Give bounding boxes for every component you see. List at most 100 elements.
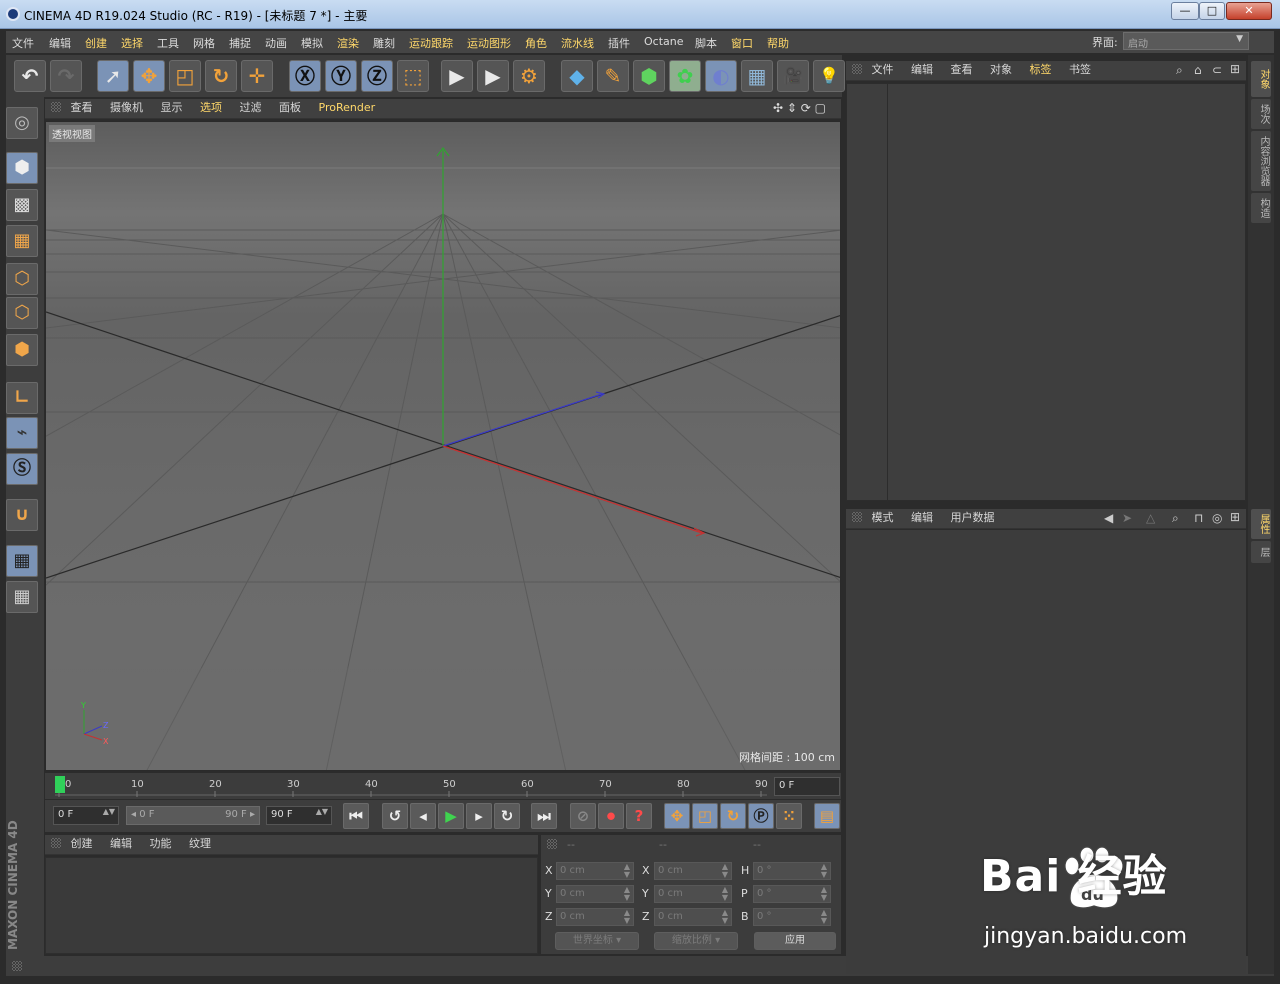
perspective-viewport[interactable]: Y Z X 透视视图 网格间距 : 100 cm <box>45 121 841 771</box>
lock-icon[interactable]: ⊓ <box>1194 511 1203 525</box>
menu-mograph[interactable]: 运动图形 <box>467 35 511 51</box>
menu-create[interactable]: 创建 <box>85 35 107 51</box>
model-mode-button[interactable]: ⬢ <box>6 152 38 184</box>
polygons-mode-button[interactable]: ⬢ <box>6 334 38 366</box>
add-cube-button[interactable]: ◆ <box>561 60 593 92</box>
attribute-manager-area[interactable] <box>846 530 1246 974</box>
menu-select[interactable]: 选择 <box>121 35 143 51</box>
locked-workplane-button[interactable]: ▦ <box>6 581 38 613</box>
menu-mesh[interactable]: 网格 <box>193 35 215 51</box>
go-to-start-button[interactable]: ⏮ <box>343 803 369 829</box>
menu-plugins[interactable]: 插件 <box>608 35 630 51</box>
spinner-icon[interactable]: ▲▼ <box>722 909 728 925</box>
spinner-icon[interactable]: ▲▼ <box>103 807 115 816</box>
timeline-window-button[interactable]: ▤ <box>814 803 840 829</box>
viewport-camera-label[interactable]: 透视视图 <box>49 125 95 142</box>
material-menu-texture[interactable]: 纹理 <box>189 835 211 851</box>
menu-motion-tracking[interactable]: 运动跟踪 <box>409 35 453 51</box>
record-parameter-button[interactable]: Ⓟ <box>748 803 774 829</box>
rotation-b-field[interactable]: 0 ° ▲ ▼ <box>753 908 831 926</box>
spinner-icon[interactable]: ▲▼ <box>316 807 328 816</box>
tab-objects[interactable]: 对象 <box>1251 61 1271 97</box>
menu-help[interactable]: 帮助 <box>767 35 789 51</box>
target-icon[interactable]: ◎ <box>1212 511 1222 525</box>
rotation-h-field[interactable]: 0 ° ▲ ▼ <box>753 862 831 880</box>
rotate-tool[interactable]: ↻ <box>205 60 237 92</box>
search-icon[interactable]: ⌕ <box>1176 63 1183 78</box>
spinner-icon[interactable]: ▲▼ <box>722 886 728 902</box>
max-frame-field[interactable]: 90 F ▲▼ <box>266 806 332 825</box>
menu-sculpt[interactable]: 雕刻 <box>373 35 395 51</box>
world-coordinates-dropdown[interactable]: 世界坐标 ▾ <box>555 932 639 950</box>
size-x-field[interactable]: 0 cm ▲ ▼ <box>654 862 732 880</box>
edges-mode-button[interactable]: ⬡ <box>6 297 38 329</box>
viewport-menu-prorender[interactable]: ProRender <box>319 101 376 114</box>
spinner-icon[interactable]: ▲▼ <box>624 909 630 925</box>
menu-snap[interactable]: 捕捉 <box>229 35 251 51</box>
tab-attributes[interactable]: 属性 <box>1251 509 1271 539</box>
object-menu-bookmarks[interactable]: 书签 <box>1069 61 1091 77</box>
render-view-button[interactable]: ▶ <box>441 60 473 92</box>
search-icon[interactable]: ⌕ <box>1172 511 1179 526</box>
new-panel-icon[interactable]: ⊞ <box>1230 62 1240 76</box>
panel-grip-icon[interactable] <box>12 961 22 971</box>
tweak-mode-button[interactable]: ⌁ <box>6 417 38 449</box>
workplane-lock-button[interactable]: ▦ <box>6 545 38 577</box>
close-button[interactable]: ✕ <box>1226 2 1272 20</box>
menu-script[interactable]: 脚本 <box>695 35 717 51</box>
menu-tools[interactable]: 工具 <box>157 35 179 51</box>
floor-button[interactable]: ▦ <box>741 60 773 92</box>
object-list[interactable] <box>846 83 1246 502</box>
record-rotation-button[interactable]: ↻ <box>720 803 746 829</box>
position-z-field[interactable]: 0 cm ▲ ▼ <box>556 908 634 926</box>
workplane-mode-button[interactable]: ▦ <box>6 225 38 257</box>
previous-frame-button[interactable]: ◂ <box>410 803 436 829</box>
new-panel-icon[interactable]: ⊞ <box>1230 510 1240 524</box>
x-axis-lock-button[interactable]: Ⓧ <box>289 60 321 92</box>
spinner-icon[interactable]: ▲▼ <box>821 909 827 925</box>
magnet-icon[interactable]: ∪ <box>6 499 38 531</box>
viewport-menu-options[interactable]: 选项 <box>200 99 222 115</box>
object-menu-tags[interactable]: 标签 <box>1030 61 1052 77</box>
viewport-menu-display[interactable]: 显示 <box>161 99 183 115</box>
object-menu-edit[interactable]: 编辑 <box>911 61 933 77</box>
link-icon[interactable]: ⊂ <box>1212 63 1222 77</box>
timeline-playhead[interactable] <box>55 776 65 793</box>
panel-grip-icon[interactable] <box>51 838 61 848</box>
redo-button[interactable]: ↷ <box>50 60 82 92</box>
coordinate-system-button[interactable]: ⬚ <box>397 60 429 92</box>
keyframe-selection-button[interactable]: ? <box>626 803 652 829</box>
y-axis-lock-button[interactable]: Ⓨ <box>325 60 357 92</box>
tab-layers[interactable]: 层 <box>1251 541 1271 563</box>
play-button[interactable]: ▶ <box>438 803 464 829</box>
menu-simulate[interactable]: 模拟 <box>301 35 323 51</box>
spinner-icon[interactable]: ▲▼ <box>821 863 827 879</box>
viewport-menu-cameras[interactable]: 摄像机 <box>110 99 143 115</box>
size-y-field[interactable]: 0 cm ▲ ▼ <box>654 885 732 903</box>
rotation-p-field[interactable]: 0 ° ▲ ▼ <box>753 885 831 903</box>
viewport-navigation-icons[interactable]: ✣ ⇕ ⟳ ▢ <box>773 101 826 115</box>
up-arrow-icon[interactable]: △ <box>1146 511 1155 525</box>
snap-settings-button[interactable]: Ⓢ <box>6 453 38 485</box>
object-menu-view[interactable]: 查看 <box>951 61 973 77</box>
menu-animate[interactable]: 动画 <box>265 35 287 51</box>
menu-octane[interactable]: Octane <box>644 35 684 48</box>
record-keys-button[interactable]: ⊘ <box>570 803 596 829</box>
spinner-icon[interactable]: ▲▼ <box>624 863 630 879</box>
enable-axis-button[interactable]: ∟ <box>6 382 38 414</box>
interface-layout-select[interactable]: 启动 ▼ <box>1123 32 1249 50</box>
deformer-button[interactable]: ◐ <box>705 60 737 92</box>
material-menu-function[interactable]: 功能 <box>150 835 172 851</box>
texture-mode-button[interactable]: ▩ <box>6 189 38 221</box>
menu-pipeline[interactable]: 流水线 <box>561 35 594 51</box>
size-z-field[interactable]: 0 cm ▲ ▼ <box>654 908 732 926</box>
material-menu-edit[interactable]: 编辑 <box>110 835 132 851</box>
menu-file[interactable]: 文件 <box>12 35 34 51</box>
tab-takes[interactable]: 场次 <box>1251 99 1271 129</box>
panel-grip-icon[interactable] <box>51 102 61 112</box>
back-arrow-icon[interactable]: ◀ <box>1104 511 1113 525</box>
camera-button[interactable]: 🎥 <box>777 60 809 92</box>
viewport-menu-filter[interactable]: 过滤 <box>240 99 262 115</box>
record-point-level-button[interactable]: ⁙ <box>776 803 802 829</box>
object-menu-file[interactable]: 文件 <box>872 61 894 77</box>
